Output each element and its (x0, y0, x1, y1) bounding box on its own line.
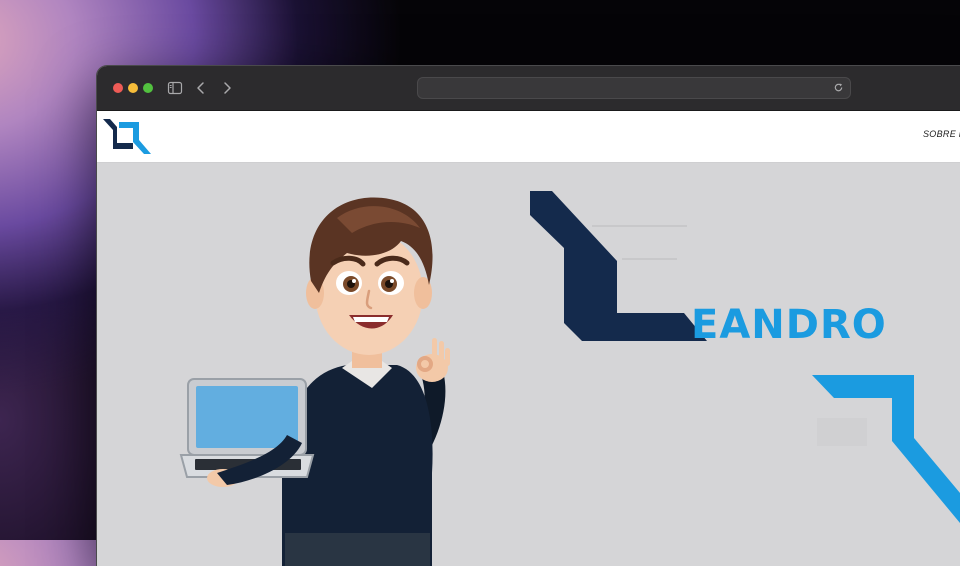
brand-logo-mark (530, 191, 960, 523)
forward-icon[interactable] (219, 80, 235, 96)
hero-section: EANDRO (97, 163, 960, 566)
nav-item-sobre[interactable]: SOBRE M (923, 129, 960, 139)
close-window-button[interactable] (113, 83, 123, 93)
browser-window: SOBRE M (97, 66, 960, 566)
developer-character-illustration (179, 197, 450, 566)
brand-name-text: EANDRO (691, 302, 887, 348)
reload-icon[interactable] (833, 82, 844, 93)
zoom-window-button[interactable] (143, 83, 153, 93)
site-logo[interactable] (102, 116, 152, 158)
minimize-window-button[interactable] (128, 83, 138, 93)
address-bar[interactable] (417, 77, 851, 99)
site-header: SOBRE M (97, 111, 960, 163)
back-icon[interactable] (193, 80, 209, 96)
sidebar-icon[interactable] (167, 80, 183, 96)
browser-titlebar (97, 66, 960, 111)
